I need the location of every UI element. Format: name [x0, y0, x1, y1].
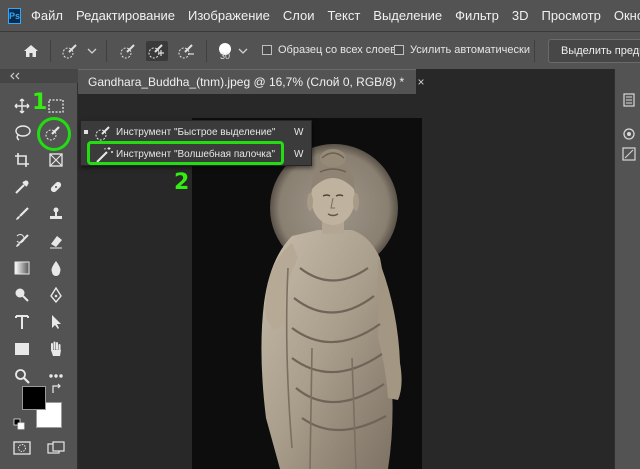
menu-file[interactable]: Файл [31, 8, 63, 23]
swap-colors-icon[interactable] [50, 382, 64, 396]
path-selection-tool-icon[interactable] [44, 311, 68, 333]
move-tool-icon[interactable] [10, 95, 34, 117]
right-panel [614, 69, 640, 469]
app-logo[interactable]: Ps [8, 7, 22, 24]
menu-edit[interactable]: Редактирование [76, 8, 175, 23]
highlight-rect-annotation [87, 141, 284, 165]
properties-panel-icon[interactable] [619, 123, 639, 145]
adjustments-panel-icon[interactable] [619, 143, 639, 165]
panel-header[interactable] [0, 69, 78, 83]
home-icon[interactable] [20, 41, 42, 61]
healing-brush-tool-icon[interactable] [44, 176, 68, 198]
quick-mask-icon[interactable] [10, 437, 34, 459]
document-image[interactable] [192, 118, 422, 469]
auto-enhance-label: Усилить автоматически [410, 44, 530, 56]
frame-tool-icon[interactable] [44, 149, 68, 171]
default-colors-icon[interactable] [12, 417, 26, 431]
eyedropper-tool-icon[interactable] [10, 176, 34, 198]
menu-view[interactable]: Просмотр [541, 8, 600, 23]
menu-layers[interactable]: Слои [283, 8, 315, 23]
highlight-circle-annotation [37, 117, 71, 151]
history-brush-tool-icon[interactable] [10, 230, 34, 252]
hand-tool-icon[interactable] [44, 338, 68, 360]
brush-tool-icon[interactable] [10, 203, 34, 225]
menu-3d[interactable]: 3D [512, 8, 529, 23]
close-icon[interactable]: × [418, 75, 425, 89]
step-number-1: 1 [32, 90, 48, 115]
menu-type[interactable]: Текст [328, 8, 361, 23]
collapse-icon [10, 72, 20, 80]
menu-select[interactable]: Выделение [373, 8, 442, 23]
lasso-tool-icon[interactable] [10, 122, 34, 144]
clone-stamp-tool-icon[interactable] [44, 203, 68, 225]
step-number-2: 2 [174, 170, 190, 195]
zoom-tool-icon[interactable] [10, 365, 34, 387]
shortcut-key: W [294, 127, 304, 138]
brush-size-value: 30 [220, 51, 231, 61]
document-title: Gandhara_Buddha_(tnm).jpeg @ 16,7% (Слой… [88, 75, 405, 89]
dodge-tool-icon[interactable] [10, 284, 34, 306]
add-to-selection-icon[interactable] [146, 41, 168, 61]
marquee-tool-icon[interactable] [44, 95, 68, 117]
tool-preset-icon[interactable] [60, 41, 82, 61]
shortcut-key: W [294, 149, 304, 160]
eraser-tool-icon[interactable] [44, 230, 68, 252]
buddha-statue-image [192, 118, 422, 469]
quick-selection-icon [94, 124, 114, 142]
pen-tool-icon[interactable] [44, 284, 68, 306]
new-selection-icon[interactable] [118, 41, 140, 61]
document-tab[interactable]: Gandhara_Buddha_(tnm).jpeg @ 16,7% (Слой… [78, 69, 425, 94]
chevron-down-icon[interactable] [86, 41, 98, 61]
auto-enhance-checkbox[interactable]: Усилить автоматически [394, 44, 530, 56]
flyout-item-label: Инструмент "Быстрое выделение" [116, 127, 276, 138]
type-tool-icon[interactable] [10, 311, 34, 333]
foreground-color-swatch[interactable] [22, 386, 46, 410]
select-subject-button[interactable]: Выделить предмет [548, 39, 640, 63]
blur-tool-icon[interactable] [44, 257, 68, 279]
crop-tool-icon[interactable] [10, 149, 34, 171]
menu-window[interactable]: Окно [614, 8, 640, 23]
subtract-from-selection-icon[interactable] [176, 41, 198, 61]
menu-image[interactable]: Изображение [188, 8, 270, 23]
active-bullet [84, 130, 88, 134]
sample-all-layers-checkbox[interactable]: Образец со всех слоев [262, 44, 396, 56]
menu-bar: Ps Файл Редактирование Изображение Слои … [0, 0, 640, 31]
history-panel-icon[interactable] [619, 89, 639, 111]
options-bar: Образец со всех слоев Усилить автоматиче… [0, 31, 640, 69]
chevron-down-icon[interactable] [237, 41, 249, 61]
sample-all-layers-label: Образец со всех слоев [278, 44, 396, 56]
menu-filter[interactable]: Фильтр [455, 8, 499, 23]
screen-mode-icon[interactable] [44, 437, 68, 459]
gradient-tool-icon[interactable] [10, 257, 34, 279]
rectangle-tool-icon[interactable] [10, 338, 34, 360]
